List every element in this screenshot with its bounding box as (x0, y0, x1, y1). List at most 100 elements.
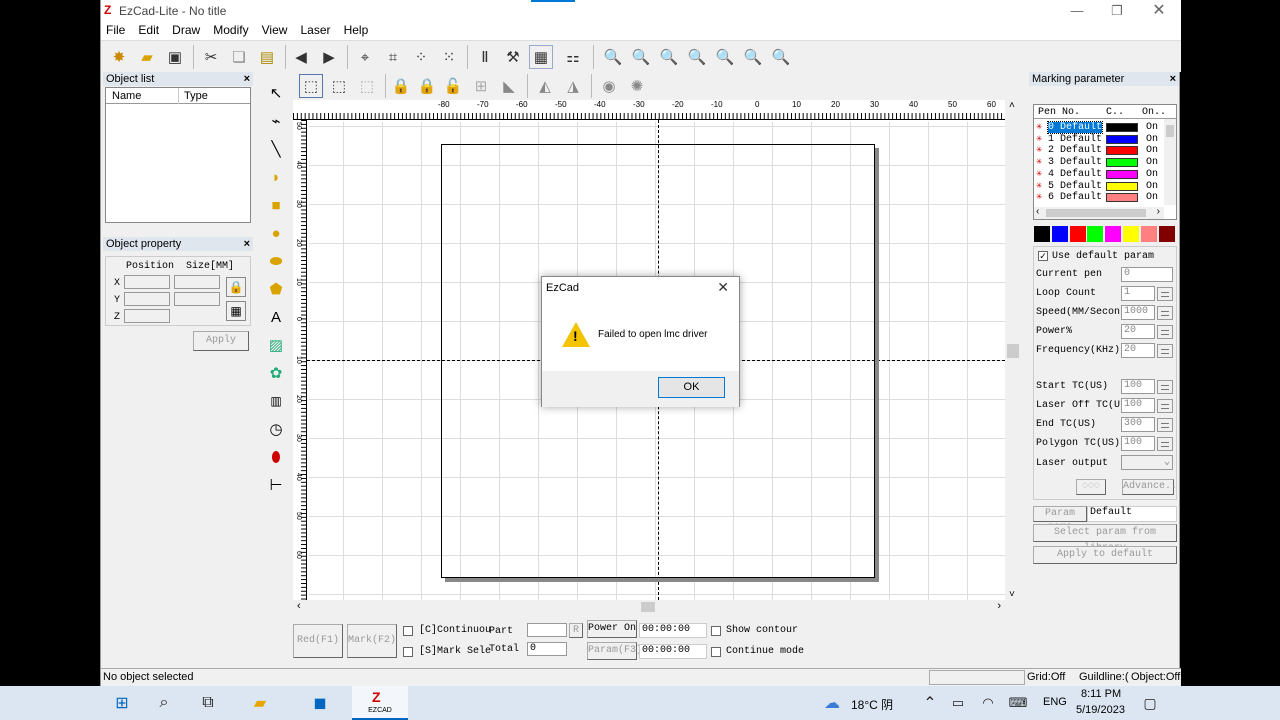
pen-col-on[interactable]: On.. (1142, 107, 1166, 118)
total-field[interactable]: 0 (527, 642, 567, 656)
wifi-icon[interactable]: ◠ (976, 691, 1000, 715)
table-icon[interactable]: ▦ (529, 45, 553, 69)
unlock-all-icon[interactable]: 🔓 (441, 74, 465, 98)
color-swatch[interactable] (1087, 226, 1104, 242)
pen-list-vscroll[interactable] (1164, 119, 1176, 205)
menu-view[interactable]: View (257, 22, 293, 38)
select-rect-icon[interactable]: ⬚ (327, 74, 351, 98)
y-size-field[interactable] (174, 292, 220, 306)
node-add-icon[interactable]: ⁘ (409, 45, 433, 69)
param-spinner[interactable] (1157, 344, 1173, 358)
pen-row[interactable]: ✳ 2 Default On (1036, 145, 1164, 156)
horizontal-scrollbar[interactable]: ‹ › (293, 600, 1005, 614)
weather-text[interactable]: 18°C 阴 (851, 696, 893, 713)
bitmap-icon[interactable]: ▨ (265, 334, 287, 356)
pen-row[interactable]: ✳ 1 Default On (1036, 134, 1164, 145)
open-file-icon[interactable]: ▰ (135, 45, 159, 69)
column-name[interactable]: Name (112, 90, 141, 102)
new-file-icon[interactable]: ✸ (107, 45, 131, 69)
curve-icon[interactable]: ◗ (265, 166, 287, 188)
pen-scroll-right-icon[interactable]: › (1157, 206, 1160, 217)
color-swatch[interactable] (1105, 226, 1122, 242)
pen-row[interactable]: ✳ 5 Default On (1036, 181, 1164, 192)
apply-button[interactable]: Apply (193, 331, 249, 351)
minimize-icon[interactable]: — (1059, 2, 1095, 20)
tray-chevron-icon[interactable]: ⌃ (918, 691, 942, 715)
show-contour-checkbox[interactable] (711, 626, 721, 636)
timer-icon[interactable]: ◷ (265, 418, 287, 440)
menu-laser[interactable]: Laser (296, 22, 336, 38)
windows-start-icon[interactable]: ⊞ (110, 691, 134, 715)
polygon-icon[interactable]: ⬟ (265, 278, 287, 300)
param-field[interactable]: 100 (1121, 379, 1155, 394)
color-swatch[interactable] (1140, 226, 1157, 242)
menu-file[interactable]: File (101, 22, 130, 38)
zoom-in-icon[interactable]: 🔍 (629, 45, 653, 69)
paste-icon[interactable]: ▤ (255, 45, 279, 69)
mark-button[interactable]: Mark(F2) (347, 624, 397, 658)
use-default-checkbox[interactable]: ✓ (1038, 251, 1048, 261)
pen-row[interactable]: ✳ 3 Default On (1036, 157, 1164, 168)
input-port-icon[interactable]: ⬮ (265, 446, 287, 468)
pen-list-hscroll[interactable]: ‹ › (1034, 206, 1164, 219)
mark-select-checkbox[interactable] (403, 647, 413, 657)
menu-modify[interactable]: Modify (208, 22, 253, 38)
maximize-icon[interactable]: ❐ (1099, 2, 1135, 20)
color-swatch[interactable] (1069, 226, 1086, 242)
output-port-icon[interactable]: ⊢ (265, 474, 287, 496)
part-field[interactable] (527, 623, 567, 637)
battery-icon[interactable]: ▭ (946, 691, 970, 715)
pen-list[interactable]: Pen No. C.. On.. ✳ 0 Default On ✳ 1 Default O… (1033, 104, 1177, 220)
param-name-field[interactable]: Default (1087, 506, 1177, 522)
param-spinner[interactable] (1157, 380, 1173, 394)
continue-mode-checkbox[interactable] (711, 647, 721, 657)
rotate-icon[interactable]: ◣ (497, 74, 521, 98)
param-spinner[interactable] (1157, 306, 1173, 320)
param-field[interactable]: 20 (1121, 343, 1155, 358)
param-spinner[interactable] (1157, 418, 1173, 432)
pen-col-no[interactable]: Pen No. (1038, 107, 1080, 118)
lock-ratio-icon[interactable]: 🔒 (226, 277, 246, 297)
select-nodes-icon[interactable]: ⌖ (353, 45, 377, 69)
copy-icon[interactable]: ❏ (227, 45, 251, 69)
menu-draw[interactable]: Draw (167, 22, 205, 38)
pen-row[interactable]: ✳ 4 Default On (1036, 169, 1164, 180)
param-button[interactable]: Param(F3) (587, 642, 642, 660)
pen-row[interactable]: ✳ 6 Default On (1036, 192, 1164, 203)
object-list-table[interactable]: Name Type (105, 87, 251, 223)
scroll-left-icon[interactable]: ‹ (297, 600, 301, 612)
menu-edit[interactable]: Edit (133, 22, 164, 38)
anchor-grid-icon[interactable]: ▦ (226, 301, 246, 321)
param-field[interactable]: 1 (1121, 286, 1155, 301)
zoom-all-icon[interactable]: 🔍 (713, 45, 737, 69)
marking-close-icon[interactable]: × (1170, 72, 1176, 86)
mirror-h-icon[interactable]: ◭ (533, 74, 557, 98)
file-explorer-icon[interactable]: ▰ (248, 691, 272, 715)
column-type[interactable]: Type (184, 90, 208, 102)
y-position-field[interactable] (124, 292, 170, 306)
color-swatch[interactable] (1123, 226, 1139, 242)
red-button[interactable]: Red(F1) (293, 624, 343, 658)
param-spinner[interactable] (1157, 325, 1173, 339)
text-icon[interactable]: A (265, 306, 287, 328)
param-field[interactable]: 0 (1121, 267, 1173, 282)
notification-icon[interactable]: ▢ (1138, 691, 1162, 715)
dialog-close-icon[interactable]: ✕ (717, 279, 729, 296)
power-on-button[interactable]: Power On (587, 620, 637, 638)
x-size-field[interactable] (174, 275, 220, 289)
unlock-icon[interactable]: 🔒 (415, 74, 439, 98)
pen-col-color[interactable]: C.. (1106, 107, 1124, 118)
param-field[interactable]: 100 (1121, 436, 1155, 451)
scroll-down-icon[interactable]: ˅ (1009, 589, 1015, 600)
view-settings-icon[interactable]: ✺ (625, 74, 649, 98)
task-view-icon[interactable]: ⧉ (196, 691, 220, 715)
ellipse-icon[interactable]: ⬬ (265, 250, 287, 272)
vertical-scrollbar[interactable]: ˄ ˅ (1005, 100, 1021, 600)
keyboard-icon[interactable]: ⌨ (1006, 691, 1030, 715)
param-spinner[interactable] (1157, 437, 1173, 451)
param-field[interactable]: 100 (1121, 398, 1155, 413)
mirror-v-icon[interactable]: ◮ (561, 74, 585, 98)
ok-button[interactable]: OK (658, 377, 725, 398)
align-icon[interactable]: ⊞ (469, 74, 493, 98)
zoom-plus-icon[interactable]: 🔍 (657, 45, 681, 69)
